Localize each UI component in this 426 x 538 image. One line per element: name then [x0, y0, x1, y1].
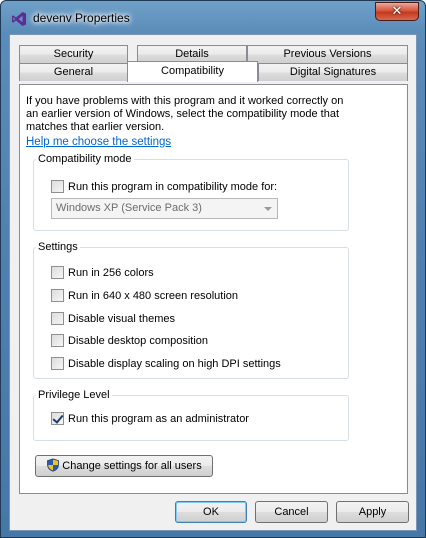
- compat-mode-checkbox-row[interactable]: Run this program in compatibility mode f…: [51, 180, 277, 193]
- title-bar[interactable]: devenv Properties ✕: [1, 1, 425, 35]
- cancel-button[interactable]: Cancel: [255, 501, 328, 523]
- button-label: Cancel: [274, 506, 309, 518]
- checkbox-label: Run in 640 x 480 screen resolution: [68, 289, 238, 302]
- checkbox[interactable]: [51, 357, 64, 370]
- checkbox-label: Run in 256 colors: [68, 266, 154, 279]
- tab-label: Security: [53, 48, 94, 60]
- setting-row-desktop-composition[interactable]: Disable desktop composition: [51, 334, 208, 347]
- checkbox[interactable]: [51, 289, 64, 302]
- intro-text: If you have problems with this program a…: [26, 95, 344, 133]
- uac-shield-icon: [47, 458, 60, 472]
- tab-label: Compatibility: [161, 65, 224, 77]
- tab-label: General: [53, 66, 94, 78]
- tab-label: Details: [175, 48, 209, 60]
- close-button[interactable]: ✕: [375, 2, 419, 21]
- checkbox[interactable]: [51, 266, 64, 279]
- tab-label: Previous Versions: [283, 48, 372, 60]
- properties-window: devenv Properties ✕ Security Details Pre…: [0, 0, 426, 538]
- button-label: OK: [203, 506, 219, 518]
- checkbox-label: Disable visual themes: [68, 312, 175, 325]
- tab-label: Digital Signatures: [289, 66, 377, 78]
- group-legend: Compatibility mode: [36, 153, 134, 165]
- window-title: devenv Properties: [33, 11, 130, 25]
- compat-mode-group: Compatibility mode: [33, 153, 349, 231]
- setting-row-dpi-scaling[interactable]: Disable display scaling on high DPI sett…: [51, 357, 281, 370]
- checkbox[interactable]: [51, 334, 64, 347]
- visual-studio-icon: [12, 12, 26, 26]
- tab-previous-versions[interactable]: Previous Versions: [247, 45, 408, 63]
- checkbox-label: Run this program as an administrator: [68, 412, 249, 425]
- change-settings-all-users-button[interactable]: Change settings for all users: [35, 455, 213, 477]
- checkbox[interactable]: [51, 312, 64, 325]
- setting-row-256-colors[interactable]: Run in 256 colors: [51, 266, 154, 279]
- ok-button[interactable]: OK: [175, 501, 247, 523]
- checkbox-label: Disable desktop composition: [68, 334, 209, 347]
- group-legend: Settings: [36, 241, 80, 253]
- run-as-admin-checkbox[interactable]: [51, 412, 64, 425]
- checkbox-label: Disable display scaling on high DPI sett…: [68, 357, 281, 370]
- chevron-down-icon: [264, 207, 272, 211]
- group-legend: Privilege Level: [36, 389, 112, 401]
- select-value: Windows XP (Service Pack 3): [56, 202, 202, 214]
- button-label: Change settings for all users: [62, 460, 202, 472]
- run-as-admin-row[interactable]: Run this program as an administrator: [51, 412, 249, 425]
- close-icon: ✕: [391, 4, 403, 19]
- tab-security[interactable]: Security: [19, 45, 128, 63]
- tab-compatibility[interactable]: Compatibility: [127, 61, 258, 82]
- tab-general[interactable]: General: [19, 63, 128, 81]
- checkbox-label: Run this program in compatibility mode f…: [68, 180, 278, 193]
- compat-mode-checkbox[interactable]: [51, 180, 64, 193]
- apply-button[interactable]: Apply: [336, 501, 409, 523]
- help-link[interactable]: Help me choose the settings: [26, 136, 171, 148]
- button-label: Apply: [358, 506, 387, 518]
- setting-row-640x480[interactable]: Run in 640 x 480 screen resolution: [51, 289, 238, 302]
- dialog-client-area: Security Details Previous Versions Gener…: [9, 34, 417, 531]
- setting-row-visual-themes[interactable]: Disable visual themes: [51, 312, 175, 325]
- tab-digital-signatures[interactable]: Digital Signatures: [258, 63, 408, 81]
- os-version-select[interactable]: Windows XP (Service Pack 3): [51, 198, 278, 219]
